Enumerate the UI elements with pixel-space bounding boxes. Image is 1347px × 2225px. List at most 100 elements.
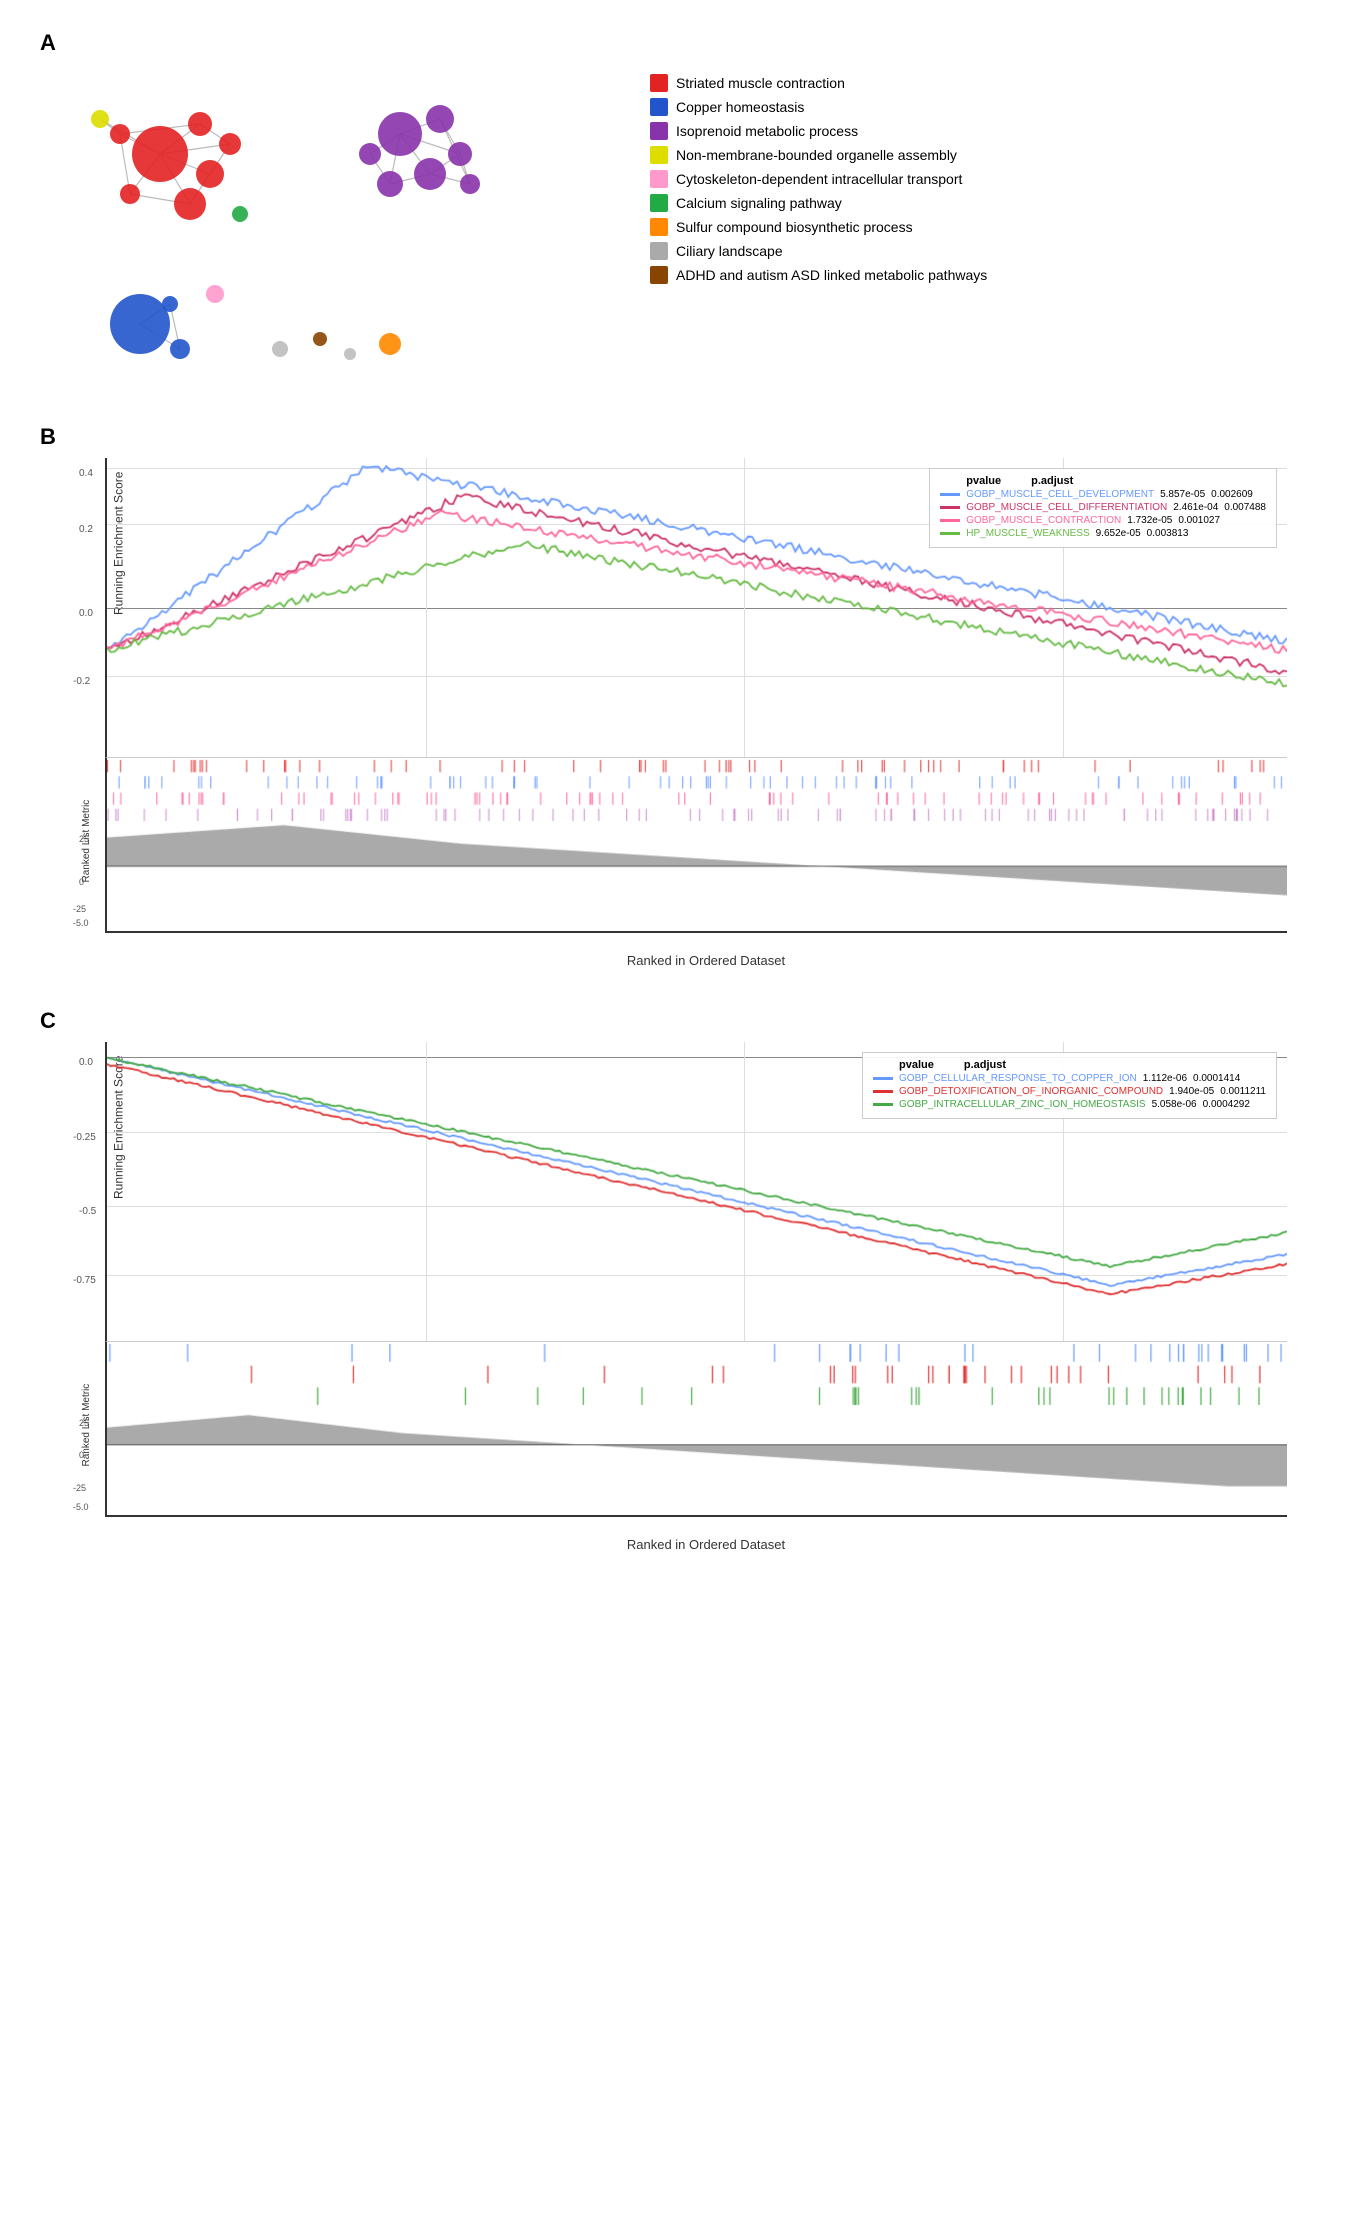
legend-text-0: Striated muscle contraction bbox=[676, 75, 845, 91]
chart-b-ticks bbox=[105, 758, 1287, 823]
legend-item-1: Copper homeostasis bbox=[650, 98, 987, 116]
legend-label-b3: HP_MUSCLE_WEAKNESS bbox=[966, 528, 1089, 539]
chart-c-ticks bbox=[105, 1342, 1287, 1407]
panel-b-label: B bbox=[40, 424, 1307, 450]
network-graph bbox=[40, 64, 620, 384]
legend-text-1: Copper homeostasis bbox=[676, 99, 804, 115]
legend-item-6: Sulfur compound biosynthetic process bbox=[650, 218, 987, 236]
panel-a: A bbox=[40, 30, 1307, 384]
y-tick-02: 0.2 bbox=[79, 524, 93, 535]
legend-area: Striated muscle contraction Copper homeo… bbox=[650, 64, 987, 284]
legend-swatch-green bbox=[650, 194, 668, 212]
legend-pval-c2: 5.058e-06 bbox=[1152, 1099, 1197, 1110]
legend-text-2: Isoprenoid metabolic process bbox=[676, 123, 858, 139]
cr-tick-neg25: -25 bbox=[73, 1483, 86, 1493]
chart-c-main: Running Enrichment Score 0.0 -0.25 -0.5 … bbox=[105, 1042, 1287, 1342]
legend-item-4: Cytoskeleton-dependent intracellular tra… bbox=[650, 170, 987, 188]
legend-row-b0: GOBP_MUSCLE_CELL_DEVELOPMENT 5.857e-05 0… bbox=[940, 489, 1266, 500]
rl-tick-neg5: -5.0 bbox=[73, 918, 89, 928]
chart-c-ranked-canvas bbox=[107, 1407, 1287, 1515]
legend-item-3: Non-membrane-bounded organelle assembly bbox=[650, 146, 987, 164]
legend-row-c2: GOBP_INTRACELLULAR_ZINC_ION_HOMEOSTASIS … bbox=[873, 1099, 1266, 1110]
chart-c-ticks-canvas bbox=[107, 1342, 1287, 1407]
legend-header-pval: pvalue bbox=[966, 475, 1001, 487]
y-tick-00: 0.0 bbox=[79, 608, 93, 619]
legend-item-7: Ciliary landscape bbox=[650, 242, 987, 260]
legend-line-b3 bbox=[940, 532, 960, 535]
network-svg bbox=[40, 64, 620, 384]
legend-row-b3: HP_MUSCLE_WEAKNESS 9.652e-05 0.003813 bbox=[940, 528, 1266, 539]
cy-tick-neg025: -0.25 bbox=[73, 1132, 96, 1143]
rl-tick-25: 25 bbox=[79, 834, 89, 844]
legend-header-c: pvalue p.adjust bbox=[873, 1059, 1266, 1071]
legend-item-2: Isoprenoid metabolic process bbox=[650, 122, 987, 140]
chart-c-legend: pvalue p.adjust GOBP_CELLULAR_RESPONSE_T… bbox=[862, 1052, 1277, 1119]
legend-row-c1: GOBP_DETOXIFICATION_OF_INORGANIC_COMPOUN… bbox=[873, 1086, 1266, 1097]
legend-swatch-pink bbox=[650, 170, 668, 188]
cy-tick-neg075: -0.75 bbox=[73, 1275, 96, 1286]
chart-b-ranked-canvas bbox=[107, 823, 1287, 931]
chart-b-main: Running Enrichment Score 0.4 0.2 0.0 -0.… bbox=[105, 458, 1287, 758]
legend-padj-b0: 0.002609 bbox=[1211, 489, 1253, 500]
panel-a-content: Striated muscle contraction Copper homeo… bbox=[40, 64, 1307, 384]
rl-tick-neg25: -25 bbox=[73, 904, 86, 914]
page-container: A bbox=[0, 0, 1347, 1622]
legend-label-b0: GOBP_MUSCLE_CELL_DEVELOPMENT bbox=[966, 489, 1154, 500]
legend-swatch-gray bbox=[650, 242, 668, 260]
legend-swatch-purple bbox=[650, 122, 668, 140]
legend-line-b0 bbox=[940, 493, 960, 496]
chart-b-ranked: Ranked List Metric 25 0 -25 -5.0 bbox=[105, 823, 1287, 933]
legend-text-4: Cytoskeleton-dependent intracellular tra… bbox=[676, 171, 962, 187]
y-tick-neg02: -0.2 bbox=[73, 676, 90, 687]
legend-padj-b1: 0.007488 bbox=[1224, 502, 1266, 513]
legend-padj-b3: 0.003813 bbox=[1147, 528, 1189, 539]
chart-c-wrapper: Running Enrichment Score 0.0 -0.25 -0.5 … bbox=[40, 1042, 1307, 1552]
legend-row-c0: GOBP_CELLULAR_RESPONSE_TO_COPPER_ION 1.1… bbox=[873, 1073, 1266, 1084]
legend-row-b1: GOBP_MUSCLE_CELL_DIFFERENTIATION 2.461e-… bbox=[940, 502, 1266, 513]
legend-pval-c0: 1.112e-06 bbox=[1143, 1073, 1187, 1084]
legend-padj-b2: 0.001027 bbox=[1178, 515, 1220, 526]
legend-item-8: ADHD and autism ASD linked metabolic pat… bbox=[650, 266, 987, 284]
chart-c-x-label: Ranked in Ordered Dataset bbox=[105, 1537, 1307, 1552]
legend-label-c0: GOBP_CELLULAR_RESPONSE_TO_COPPER_ION bbox=[899, 1073, 1137, 1084]
legend-padj-c1: 0.0011211 bbox=[1220, 1086, 1266, 1097]
panel-a-label: A bbox=[40, 30, 1307, 56]
cy-tick-00: 0.0 bbox=[79, 1057, 93, 1068]
panel-c-label: C bbox=[40, 1008, 1307, 1034]
legend-label-b1: GOBP_MUSCLE_CELL_DIFFERENTIATION bbox=[966, 502, 1167, 513]
legend-swatch-yellow bbox=[650, 146, 668, 164]
rl-tick-0: 0 bbox=[79, 877, 84, 887]
legend-pval-c1: 1.940e-05 bbox=[1169, 1086, 1214, 1097]
legend-header-padj: p.adjust bbox=[1031, 475, 1073, 487]
chart-b-x-label: Ranked in Ordered Dataset bbox=[105, 953, 1307, 968]
legend-line-c1 bbox=[873, 1090, 893, 1093]
legend-header-b: pvalue p.adjust bbox=[940, 475, 1266, 487]
legend-text-8: ADHD and autism ASD linked metabolic pat… bbox=[676, 267, 987, 283]
legend-item-0: Striated muscle contraction bbox=[650, 74, 987, 92]
legend-line-c0 bbox=[873, 1077, 893, 1080]
legend-swatch-brown bbox=[650, 266, 668, 284]
legend-swatch-orange bbox=[650, 218, 668, 236]
legend-header-c-pval: pvalue bbox=[899, 1059, 934, 1071]
cr-tick-25: 25 bbox=[79, 1418, 89, 1428]
legend-pval-b0: 5.857e-05 bbox=[1160, 489, 1205, 500]
chart-b-legend: pvalue p.adjust GOBP_MUSCLE_CELL_DEVELOP… bbox=[929, 468, 1277, 548]
legend-swatch-red bbox=[650, 74, 668, 92]
cr-tick-0: 0 bbox=[79, 1450, 84, 1460]
legend-label-c1: GOBP_DETOXIFICATION_OF_INORGANIC_COMPOUN… bbox=[899, 1086, 1163, 1097]
chart-c-ranked: Ranked List Metric 25 0 -25 -5.0 bbox=[105, 1407, 1287, 1517]
panel-b: B Running Enrichment Score 0.4 0.2 0.0 -… bbox=[40, 424, 1307, 968]
legend-line-b1 bbox=[940, 506, 960, 509]
y-tick-04: 0.4 bbox=[79, 468, 93, 479]
legend-item-5: Calcium signaling pathway bbox=[650, 194, 987, 212]
legend-swatch-blue bbox=[650, 98, 668, 116]
legend-label-c2: GOBP_INTRACELLULAR_ZINC_ION_HOMEOSTASIS bbox=[899, 1099, 1146, 1110]
legend-padj-c2: 0.0004292 bbox=[1203, 1099, 1250, 1110]
legend-line-c2 bbox=[873, 1103, 893, 1106]
cy-tick-neg05: -0.5 bbox=[79, 1206, 96, 1217]
legend-padj-c0: 0.0001414 bbox=[1193, 1073, 1240, 1084]
legend-pval-b2: 1.732e-05 bbox=[1127, 515, 1172, 526]
legend-row-b2: GOBP_MUSCLE_CONTRACTION 1.732e-05 0.0010… bbox=[940, 515, 1266, 526]
legend-text-3: Non-membrane-bounded organelle assembly bbox=[676, 147, 957, 163]
legend-pval-b3: 9.652e-05 bbox=[1096, 528, 1141, 539]
